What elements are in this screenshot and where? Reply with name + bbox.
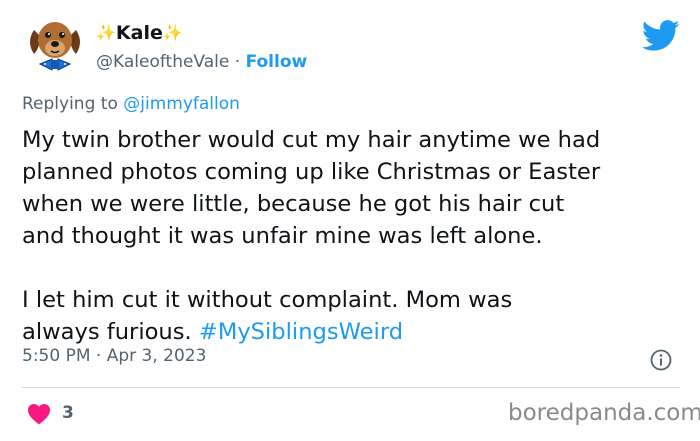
info-icon[interactable] — [650, 349, 672, 371]
tweet-text-line: always furious. #MySiblingsWeird — [22, 316, 687, 348]
hashtag-link[interactable]: #MySiblingsWeird — [199, 319, 403, 345]
tweet-text-line: when we were little, because he got his … — [22, 191, 565, 217]
twitter-bird-icon[interactable] — [642, 20, 680, 52]
tweet-text-line: My twin brother would cut my hair anytim… — [22, 127, 601, 153]
tweet-time[interactable]: 5:50 PM — [22, 346, 91, 366]
reply-mention-link[interactable]: @jimmyfallon — [123, 94, 240, 114]
author-display-name[interactable]: Kale — [116, 22, 163, 44]
sparkle-icon: ✨ — [96, 23, 116, 42]
tweet-date[interactable]: Apr 3, 2023 — [107, 346, 207, 366]
follow-button[interactable]: Follow — [246, 52, 308, 72]
like-count[interactable]: 3 — [62, 403, 74, 423]
tweet-timestamp[interactable]: 5:50 PM · Apr 3, 2023 — [22, 346, 206, 366]
separator-dot: · — [234, 52, 241, 72]
author-handle-row: @KaleoftheVale · Follow — [96, 52, 307, 72]
tweet-text-line: I let him cut it without complaint. Mom … — [22, 287, 513, 313]
author-name[interactable]: ✨ Kale ✨ — [96, 22, 183, 44]
tweet-text-line: and thought it was unfair mine was left … — [22, 223, 543, 249]
watermark: boredpanda.com — [508, 400, 700, 426]
tweet-text-fragment: always furious. — [22, 319, 199, 345]
heart-icon[interactable] — [27, 403, 51, 425]
divider — [22, 387, 680, 388]
replying-to-label: Replying to — [22, 94, 118, 114]
dog-avatar-icon[interactable] — [22, 12, 88, 78]
replying-to: Replying to @jimmyfallon — [22, 94, 240, 114]
author-handle[interactable]: @KaleoftheVale — [96, 52, 229, 72]
sparkle-icon: ✨ — [162, 23, 183, 42]
separator-dot: · — [95, 346, 102, 366]
tweet-text-line: planned photos coming up like Christmas … — [22, 159, 601, 185]
tweet-text: My twin brother would cut my hair anytim… — [22, 124, 687, 348]
